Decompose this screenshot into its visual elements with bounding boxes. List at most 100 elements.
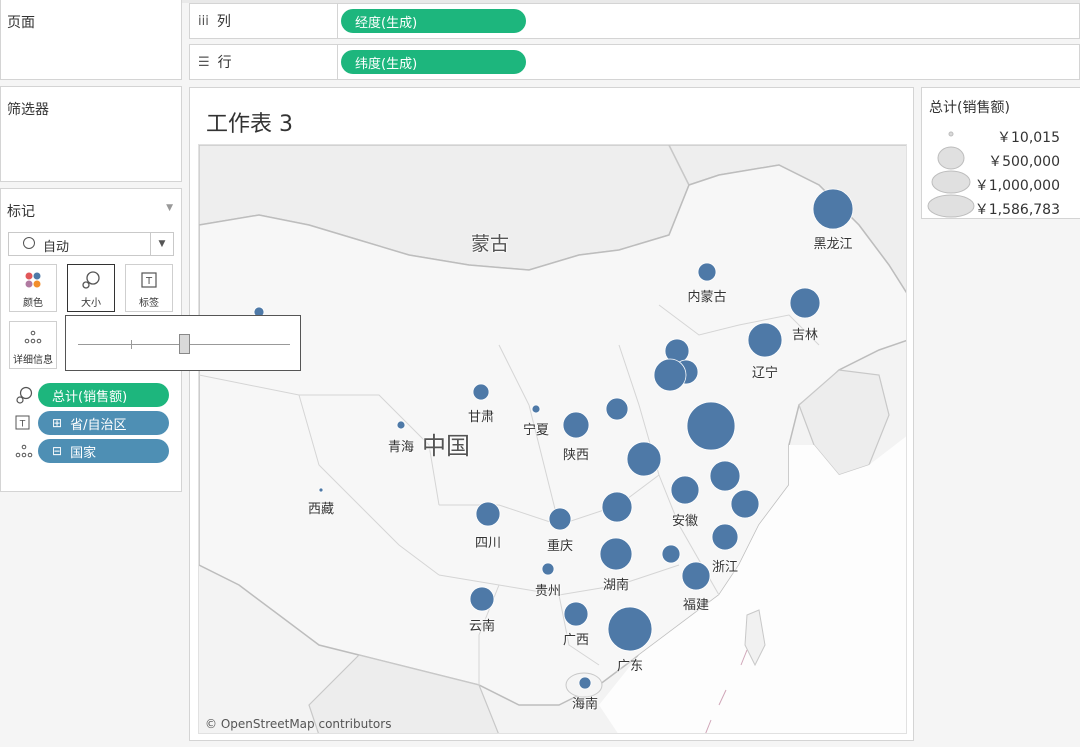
province-bubble[interactable] bbox=[747, 322, 783, 358]
legend-row: ￥1,000,000 bbox=[922, 172, 1080, 196]
field-pill-country-text: 国家 bbox=[70, 445, 97, 461]
province-bubble[interactable] bbox=[318, 487, 324, 493]
legend-value: ￥1,000,000 bbox=[974, 178, 1060, 194]
province-label-anhui: 安徽 bbox=[671, 514, 699, 529]
province-bubble[interactable] bbox=[578, 676, 592, 690]
field-pill-sales-text: 总计(销售额) bbox=[52, 389, 128, 405]
province-bubble[interactable] bbox=[697, 262, 717, 282]
province-label-xizang: 西藏 bbox=[307, 502, 335, 517]
columns-pill-text: 经度(生成) bbox=[355, 15, 418, 31]
mark-type-value: 自动 bbox=[43, 240, 70, 255]
province-label-guizhou: 贵州 bbox=[534, 584, 562, 599]
province-label-ningxia: 宁夏 bbox=[522, 423, 550, 438]
columns-label-text: 列 bbox=[216, 14, 231, 30]
province-bubble[interactable] bbox=[789, 287, 821, 319]
columns-icon: iii bbox=[198, 13, 209, 29]
province-label-sichuan: 四川 bbox=[474, 536, 502, 551]
columns-pill-longitude[interactable]: 经度(生成) bbox=[341, 9, 526, 33]
slider-thumb[interactable] bbox=[179, 334, 190, 354]
province-bubble[interactable] bbox=[541, 562, 555, 576]
province-label-shaanxi: 陕西 bbox=[562, 448, 590, 463]
detail-button[interactable]: 详细信息 bbox=[9, 321, 57, 369]
province-bubble[interactable] bbox=[686, 401, 736, 451]
province-label-jilin: 吉林 bbox=[791, 328, 819, 343]
detail-icon bbox=[24, 322, 42, 351]
country-label: 中国 bbox=[422, 432, 470, 460]
size-button[interactable]: 大小 bbox=[67, 264, 115, 312]
worksheet-title: 工作表 3 bbox=[206, 112, 293, 137]
province-bubble[interactable] bbox=[599, 537, 633, 571]
province-bubble[interactable] bbox=[472, 383, 490, 401]
chevron-down-icon: ▼ bbox=[150, 233, 173, 255]
province-label-neimenggu: 内蒙古 bbox=[687, 290, 727, 305]
province-bubble[interactable] bbox=[531, 404, 541, 414]
mark-type-dropdown[interactable]: 自动 ▼ bbox=[8, 232, 174, 256]
province-bubble[interactable] bbox=[607, 606, 653, 652]
province-label-liaoning: 辽宁 bbox=[751, 366, 779, 381]
province-bubble[interactable] bbox=[601, 491, 633, 523]
province-label-hainan: 海南 bbox=[571, 697, 599, 712]
size-legend[interactable]: 总计(销售额) ￥10,015 ￥500,000 ￥1,000,000 ￥1,5… bbox=[921, 87, 1080, 219]
detail-icon bbox=[15, 443, 33, 463]
province-label-hunan: 湖南 bbox=[602, 578, 630, 593]
expand-icon[interactable]: ⊞ bbox=[52, 416, 62, 430]
province-bubble[interactable] bbox=[730, 489, 760, 519]
rows-pill-text: 纬度(生成) bbox=[355, 56, 418, 72]
province-label-fujian: 福建 bbox=[682, 598, 710, 613]
rows-shelf[interactable]: ☰ 行 纬度(生成) bbox=[189, 44, 1080, 80]
circle-mark-icon bbox=[23, 237, 35, 249]
province-label-yunnan: 云南 bbox=[468, 619, 496, 634]
province-bubble[interactable] bbox=[396, 420, 406, 430]
map-view[interactable]: 蒙古 中国 黑龙江 内蒙古 吉林 辽宁 甘肃 宁夏 青海 陕西 西藏 四川 重庆… bbox=[198, 144, 907, 734]
size-button-label: 大小 bbox=[81, 298, 101, 309]
province-bubble[interactable] bbox=[670, 475, 700, 505]
field-pill-province[interactable]: ⊞ 省/自治区 bbox=[38, 411, 169, 435]
province-bubble[interactable] bbox=[812, 188, 854, 230]
rows-label-text: 行 bbox=[217, 55, 232, 71]
size-icon bbox=[81, 265, 101, 294]
collapse-icon[interactable]: ⊟ bbox=[52, 444, 62, 458]
province-bubble[interactable] bbox=[475, 501, 501, 527]
marks-menu-icon[interactable]: ▼ bbox=[166, 203, 173, 213]
rows-icon: ☰ bbox=[198, 54, 210, 70]
filters-panel[interactable]: 筛选器 bbox=[0, 86, 182, 182]
label-button[interactable]: T 标签 bbox=[125, 264, 173, 312]
svg-text:T: T bbox=[145, 276, 153, 287]
legend-row: ￥500,000 bbox=[922, 148, 1080, 172]
province-label-zhejiang: 浙江 bbox=[711, 560, 739, 575]
field-pill-sales[interactable]: 总计(销售额) bbox=[38, 383, 169, 407]
slider-midpoint-tick bbox=[131, 340, 132, 349]
province-bubble[interactable] bbox=[711, 523, 739, 551]
rows-pill-latitude[interactable]: 纬度(生成) bbox=[341, 50, 526, 74]
label-button-label: 标签 bbox=[139, 298, 159, 309]
province-bubble[interactable] bbox=[661, 544, 681, 564]
province-label-guangxi: 广西 bbox=[562, 633, 590, 648]
filters-title: 筛选器 bbox=[7, 102, 49, 118]
pages-panel[interactable]: 页面 bbox=[0, 0, 182, 80]
legend-value: ￥10,015 bbox=[997, 130, 1060, 146]
neighbor-label: 蒙古 bbox=[470, 233, 510, 255]
map-svg[interactable] bbox=[199, 145, 907, 734]
province-label-guangdong: 广东 bbox=[616, 659, 644, 674]
province-bubble[interactable] bbox=[626, 441, 662, 477]
field-pill-country[interactable]: ⊟ 国家 bbox=[38, 439, 169, 463]
detail-button-label: 详细信息 bbox=[13, 355, 53, 366]
province-bubble[interactable] bbox=[605, 397, 629, 421]
province-bubble[interactable] bbox=[562, 411, 590, 439]
province-bubble[interactable] bbox=[653, 358, 687, 392]
color-dots-icon bbox=[24, 265, 42, 294]
legend-value: ￥500,000 bbox=[988, 154, 1060, 170]
color-button[interactable]: 颜色 bbox=[9, 264, 57, 312]
marks-title: 标记 bbox=[7, 204, 35, 220]
label-icon: T bbox=[140, 265, 158, 294]
province-bubble[interactable] bbox=[469, 586, 495, 612]
columns-shelf[interactable]: iii 列 经度(生成) bbox=[189, 3, 1080, 39]
province-bubble[interactable] bbox=[709, 460, 741, 492]
province-bubble[interactable] bbox=[681, 561, 711, 591]
columns-shelf-label: iii 列 bbox=[190, 4, 338, 38]
province-label-gansu: 甘肃 bbox=[467, 410, 495, 425]
province-bubble[interactable] bbox=[563, 601, 589, 627]
province-bubble[interactable] bbox=[548, 507, 572, 531]
map-attribution[interactable]: © OpenStreetMap contributors bbox=[205, 717, 391, 731]
svg-text:T: T bbox=[19, 420, 26, 430]
